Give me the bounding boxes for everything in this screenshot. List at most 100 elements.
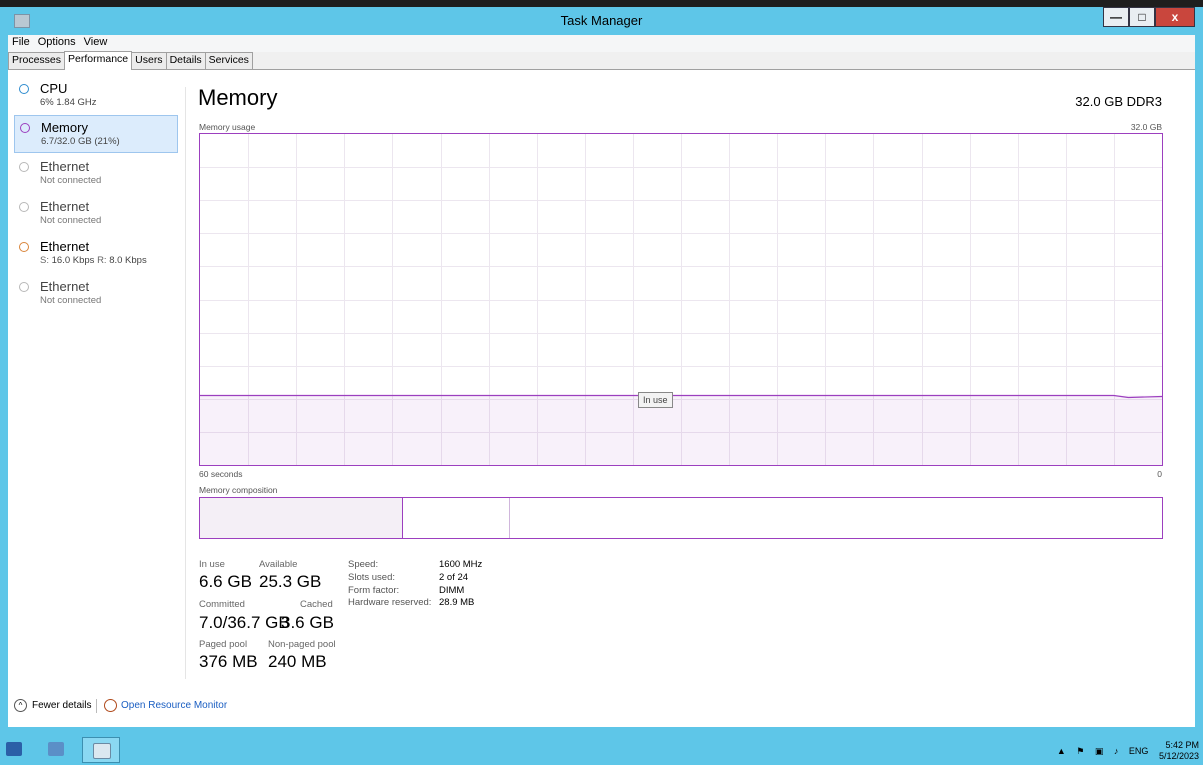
sidebar-item-label: Ethernet [40, 279, 90, 294]
taskbar: ▲ ⚑ ▣ ♪ ENG 5:42 PM 5/12/2023 [0, 735, 1203, 765]
hardware-reserved-value: 28.9 MB [439, 597, 475, 608]
sidebar-item-memory[interactable]: Memory 6.7/32.0 GB (21%) [14, 115, 178, 153]
cached-label: Cached [300, 599, 333, 610]
powershell-taskbar-button[interactable] [0, 737, 30, 763]
panel-divider [185, 87, 186, 679]
show-hidden-icons-icon[interactable]: ▲ [1057, 746, 1066, 756]
sidebar-item-ethernet-4[interactable]: Ethernet Not connected [14, 275, 178, 313]
sidebar-item-label: Memory [41, 120, 88, 135]
action-center-flag-icon[interactable]: ⚑ [1076, 746, 1084, 757]
tab-services[interactable]: Services [204, 52, 253, 69]
tab-strip: Processes Performance Users Details Serv… [8, 51, 1195, 70]
slots-used-label: Slots used: [348, 572, 395, 583]
client-area: File Options View Processes Performance Us… [8, 35, 1195, 727]
graph-max-label: 32.0 GB [1130, 122, 1162, 132]
resource-sidebar: CPU 6% 1.84 GHz Memory 6.7/32.0 GB (21%)… [8, 69, 178, 669]
graph-time-label: 60 seconds [199, 469, 243, 479]
composition-in-use[interactable] [200, 498, 403, 538]
committed-label: Committed [199, 599, 245, 610]
tab-performance[interactable]: Performance [64, 51, 133, 70]
available-value: 25.3 GB [259, 572, 322, 591]
footer-divider [96, 699, 97, 713]
in-use-label: In use [199, 559, 225, 570]
recv-rate: 8.0 Kbps [109, 255, 147, 266]
system-tray: ▲ ⚑ ▣ ♪ ENG 5:42 PM 5/12/2023 [1049, 740, 1199, 762]
tab-processes[interactable]: Processes [8, 52, 66, 69]
speed-value: 1600 MHz [439, 559, 483, 570]
composition-title: Memory composition [199, 485, 278, 495]
language-indicator[interactable]: ENG [1129, 746, 1149, 756]
minimize-button[interactable]: — [1103, 7, 1129, 27]
memory-composition-bar[interactable] [199, 497, 1163, 539]
resource-monitor-icon[interactable] [104, 699, 117, 712]
sidebar-item-sub: S: 16.0 Kbps R: 8.0 Kbps [40, 255, 147, 266]
sidebar-item-cpu[interactable]: CPU 6% 1.84 GHz [14, 77, 178, 115]
paged-pool-value: 376 MB [199, 652, 258, 671]
memory-usage-graph-svg [200, 134, 1162, 465]
page-title: Memory [198, 85, 278, 110]
chevron-up-icon[interactable]: ^ [14, 699, 27, 712]
available-label: Available [259, 559, 298, 570]
server-manager-icon [48, 742, 64, 756]
graph-tooltip: In use [638, 392, 673, 408]
composition-standby[interactable] [403, 498, 510, 538]
server-manager-taskbar-button[interactable] [38, 737, 76, 763]
task-manager-taskbar-button[interactable] [82, 737, 120, 763]
graph-min-label: 0 [1157, 469, 1162, 479]
sidebar-item-label: Ethernet [40, 199, 90, 214]
cached-value: 3.6 GB [281, 613, 334, 632]
send-rate: 16.0 Kbps [51, 255, 95, 266]
network-icon[interactable]: ▣ [1095, 746, 1104, 757]
open-resource-monitor-link[interactable]: Open Resource Monitor [121, 700, 227, 711]
ethernet-indicator-icon [19, 162, 29, 172]
sidebar-item-sub: Not connected [40, 295, 102, 306]
slots-used-value: 2 of 24 [439, 572, 469, 583]
sidebar-item-label: CPU [40, 81, 68, 96]
fewer-details-link[interactable]: Fewer details [32, 700, 91, 711]
paged-pool-label: Paged pool [199, 639, 248, 650]
memory-usage-area [200, 395, 1162, 465]
non-paged-pool-label: Non-paged pool [268, 639, 336, 650]
window-title: Task Manager [560, 13, 643, 28]
volume-muted-icon[interactable]: ♪ [1114, 746, 1119, 756]
task-manager-icon [93, 743, 111, 759]
sidebar-item-sub: Not connected [40, 215, 102, 226]
sidebar-item-label: Ethernet [40, 239, 90, 254]
sidebar-item-label: Ethernet [40, 159, 90, 174]
form-factor-value: DIMM [439, 585, 465, 596]
ethernet-indicator-icon [19, 202, 29, 212]
maximize-button[interactable]: □ [1129, 7, 1155, 27]
sidebar-item-sub: Not connected [40, 175, 102, 186]
sidebar-item-ethernet-3[interactable]: Ethernet S: 16.0 Kbps R: 8.0 Kbps [14, 235, 178, 273]
powershell-icon [6, 742, 22, 756]
memory-spec: 32.0 GB DDR3 [1075, 94, 1162, 109]
clock-time: 5:42 PM [1165, 740, 1199, 750]
sidebar-item-ethernet-1[interactable]: Ethernet Not connected [14, 155, 178, 193]
title-bar[interactable]: Task Manager — □ x [0, 7, 1203, 35]
sidebar-item-sub: 6.7/32.0 GB (21%) [41, 136, 120, 147]
menu-view[interactable]: View [80, 35, 112, 48]
clock[interactable]: 5:42 PM 5/12/2023 [1159, 740, 1199, 762]
committed-value: 7.0/36.7 GB [199, 613, 290, 632]
clock-date: 5/12/2023 [1158, 751, 1199, 761]
memory-indicator-icon [20, 123, 30, 133]
menu-options[interactable]: Options [34, 35, 80, 48]
menu-file[interactable]: File [8, 35, 34, 48]
graph-title: Memory usage [199, 122, 256, 132]
hardware-reserved-label: Hardware reserved: [348, 597, 432, 608]
sidebar-item-ethernet-2[interactable]: Ethernet Not connected [14, 195, 178, 233]
ethernet-indicator-icon [19, 242, 29, 252]
non-paged-pool-value: 240 MB [268, 652, 327, 671]
cpu-indicator-icon [19, 84, 29, 94]
tab-details[interactable]: Details [165, 52, 206, 69]
task-manager-window: Task Manager — □ x File Options View Proce… [0, 7, 1203, 735]
footer: ^ Fewer details Open Resource Monitor [8, 691, 1195, 727]
memory-usage-graph[interactable]: In use [199, 133, 1163, 466]
sidebar-item-sub: 6% 1.84 GHz [40, 97, 97, 108]
menu-bar: File Options View [8, 35, 1195, 52]
ethernet-indicator-icon [19, 282, 29, 292]
tab-users[interactable]: Users [131, 52, 167, 69]
form-factor-label: Form factor: [348, 585, 400, 596]
speed-label: Speed: [348, 559, 379, 570]
close-button[interactable]: x [1155, 7, 1195, 27]
